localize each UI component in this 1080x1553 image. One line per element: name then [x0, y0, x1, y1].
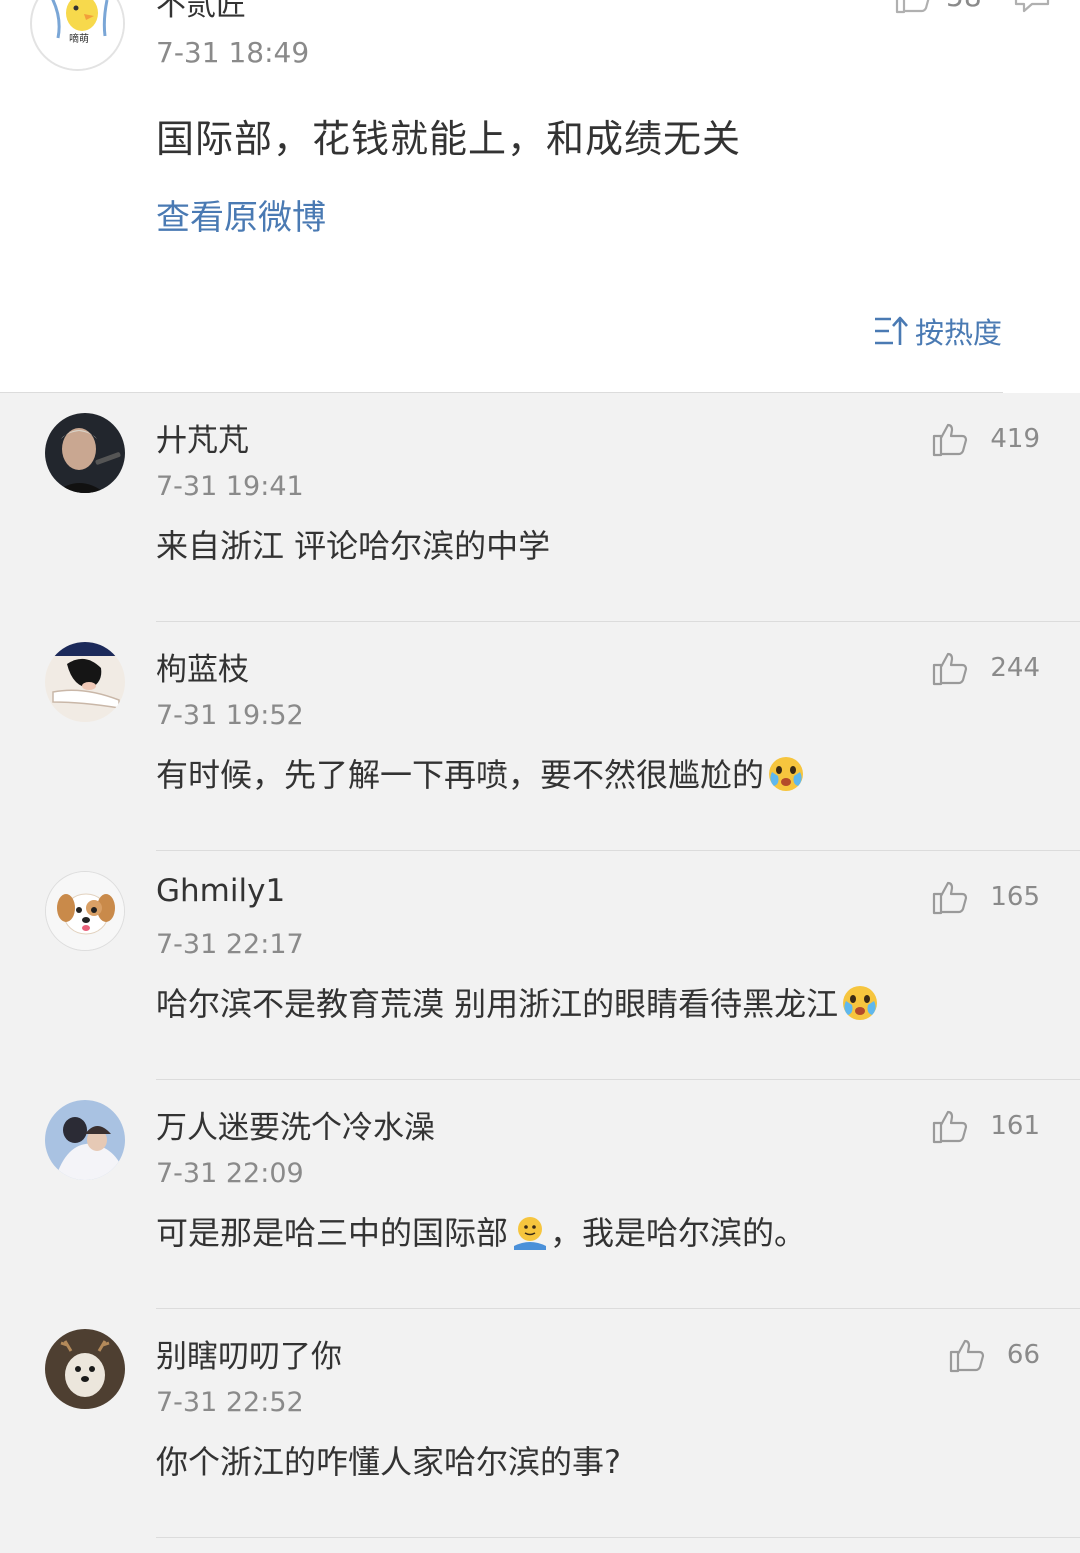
duck-avatar-icon: 嘀萌	[33, 0, 123, 69]
svg-text:嘀萌: 嘀萌	[69, 32, 89, 45]
like-button[interactable]: 161	[930, 1106, 1040, 1146]
comment-text: 来自浙江 评论哈尔滨的中学	[156, 527, 551, 565]
man-portrait-avatar-icon	[45, 413, 125, 493]
shrug-face-icon	[514, 1217, 547, 1250]
comment-text-content: 有时候，先了解一下再喷，要不然很尴尬的	[156, 756, 765, 794]
divider	[156, 1537, 1080, 1538]
sort-icon	[874, 316, 908, 345]
like-count: 165	[990, 882, 1040, 912]
thumbs-up-icon[interactable]	[893, 0, 933, 16]
dog-avatar-icon	[45, 1329, 125, 1409]
comment-item: Ghmily1 7-31 22:17 哈尔滨不是教育荒漠 别用浙江的眼睛看待黑龙…	[0, 851, 1080, 1080]
comment-text: 可是那是哈三中的国际部 ，我是哈尔滨的。	[156, 1208, 806, 1254]
puppy-avatar-icon	[46, 872, 124, 950]
comment-text-content: 可是那是哈三中的国际部	[156, 1214, 509, 1252]
comment-username[interactable]: Ghmily1	[156, 873, 285, 909]
comment-username[interactable]: 别瞎叨叨了你	[156, 1331, 342, 1376]
like-count: 161	[990, 1111, 1040, 1141]
comment-timestamp: 7-31 19:41	[156, 471, 304, 502]
original-post-card: 嘀萌 不贰匠 7-31 18:49 58 国际部，花钱就能上，和成绩无关 查看原…	[0, 0, 1080, 393]
like-count: 244	[990, 653, 1040, 683]
thumbs-up-icon	[933, 423, 968, 457]
avatar[interactable]	[45, 413, 125, 493]
comment-text-content-tail: ，我是哈尔滨的。	[550, 1214, 807, 1252]
comment-icon[interactable]	[1012, 0, 1052, 16]
comment-text: 有时候，先了解一下再喷，要不然很尴尬的	[156, 750, 806, 796]
sort-label: 按热度	[914, 316, 1002, 350]
original-post-text: 国际部，花钱就能上，和成绩无关	[156, 117, 742, 161]
thumbs-up-icon	[933, 1110, 968, 1144]
comment-item: 别瞎叨叨了你 7-31 22:52 你个浙江的咋懂人家哈尔滨的事? 66	[0, 1309, 1080, 1538]
avatar[interactable]	[45, 642, 125, 722]
like-count: 66	[1006, 1340, 1040, 1370]
avatar[interactable]	[45, 1329, 125, 1409]
like-button[interactable]: 419	[930, 419, 1040, 459]
comment-timestamp: 7-31 19:52	[156, 700, 304, 731]
anime-avatar-icon	[45, 642, 125, 722]
comment-username[interactable]: 廾芃芃	[156, 415, 249, 460]
avatar[interactable]: 嘀萌	[30, 0, 125, 71]
like-button[interactable]: 66	[947, 1335, 1040, 1375]
comment-text: 哈尔滨不是教育荒漠 别用浙江的眼睛看待黑龙江	[156, 979, 880, 1025]
view-original-link[interactable]: 查看原微博	[156, 190, 326, 239]
comment-timestamp: 7-31 22:09	[156, 1158, 304, 1189]
avatar[interactable]	[45, 1100, 125, 1180]
comment-timestamp: 7-31 22:17	[156, 929, 304, 960]
comment-item: 万人迷要洗个冷水澡 7-31 22:09 可是那是哈三中的国际部 ，我是哈尔滨的…	[0, 1080, 1080, 1309]
comment-username[interactable]: 万人迷要洗个冷水澡	[156, 1102, 435, 1147]
comment-text: 你个浙江的咋懂人家哈尔滨的事?	[156, 1443, 621, 1481]
comment-item: 枸蓝枝 7-31 19:52 有时候，先了解一下再喷，要不然很尴尬的 244	[0, 622, 1080, 851]
thumbs-up-icon	[933, 881, 968, 915]
crying-face-icon	[769, 757, 804, 791]
comment-username[interactable]: 枸蓝枝	[156, 644, 249, 689]
avatar[interactable]	[45, 871, 125, 951]
comment-text-content: 哈尔滨不是教育荒漠 别用浙江的眼睛看待黑龙江	[156, 985, 839, 1023]
comment-item: 廾芃芃 7-31 19:41 来自浙江 评论哈尔滨的中学 419	[0, 393, 1080, 622]
original-like-count: 58	[946, 0, 982, 13]
couple-avatar-icon	[45, 1100, 125, 1180]
sort-by-hot-button[interactable]: 按热度	[873, 310, 1002, 352]
like-count: 419	[990, 424, 1040, 454]
like-button[interactable]: 244	[930, 648, 1040, 688]
thumbs-up-icon	[949, 1339, 985, 1373]
crying-face-icon	[843, 986, 878, 1020]
original-username[interactable]: 不贰匠	[156, 0, 246, 24]
like-button[interactable]: 165	[930, 877, 1040, 917]
comment-timestamp: 7-31 22:52	[156, 1387, 304, 1418]
thumbs-up-icon	[933, 652, 968, 686]
original-timestamp: 7-31 18:49	[156, 36, 310, 69]
